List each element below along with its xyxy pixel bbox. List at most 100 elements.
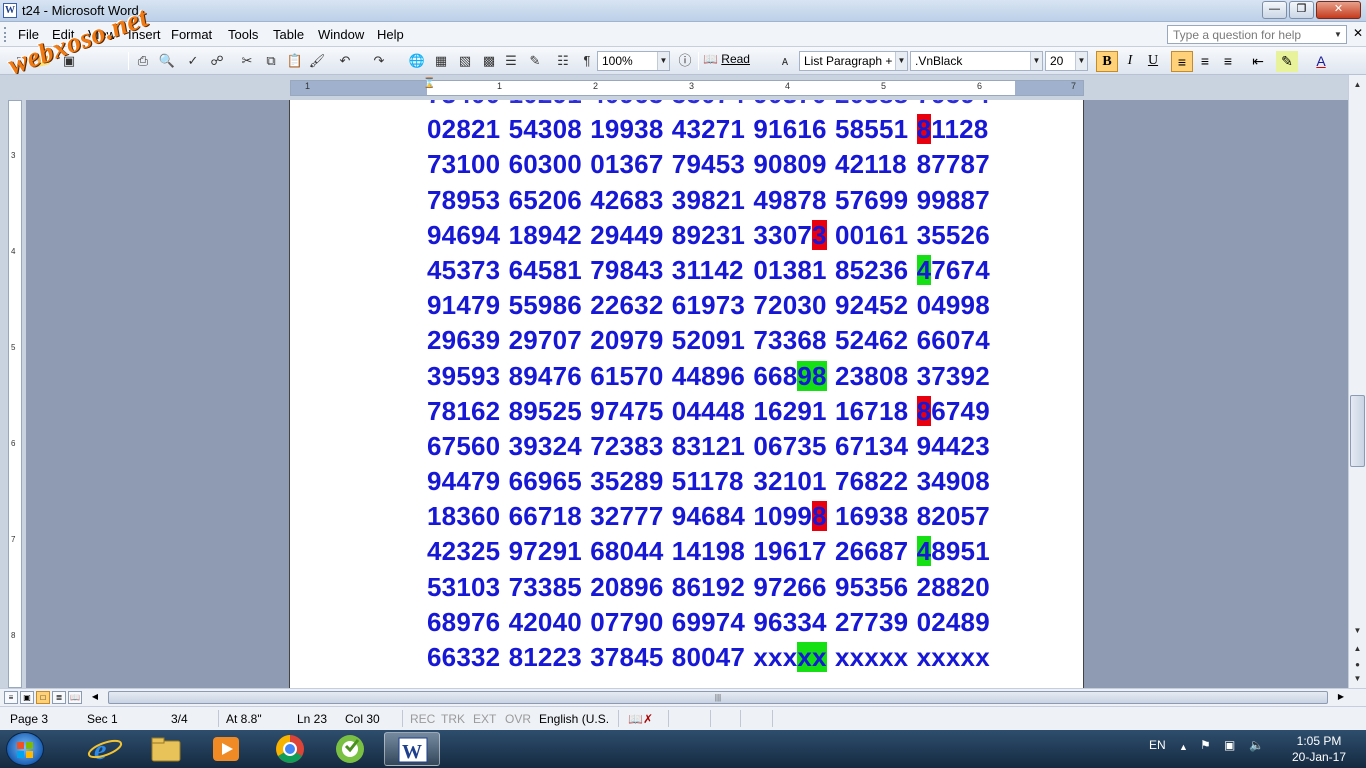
vertical-ruler[interactable]: 3 4 5 6 7 8 bbox=[8, 100, 22, 688]
next-page-icon[interactable]: ▼ bbox=[1350, 671, 1365, 686]
print-preview-icon[interactable]: 🔍 bbox=[158, 52, 176, 70]
internet-explorer-icon[interactable]: e bbox=[78, 732, 134, 766]
menu-window[interactable]: Window bbox=[318, 27, 364, 42]
scroll-down-icon[interactable]: ▼ bbox=[1350, 623, 1365, 638]
copy-icon[interactable]: ⧉ bbox=[262, 52, 280, 70]
chrome-icon[interactable] bbox=[262, 732, 318, 766]
styles-formatting-icon[interactable]: ᴀ bbox=[776, 52, 794, 70]
restore-button[interactable]: ❐ bbox=[1289, 1, 1314, 19]
scroll-up-icon[interactable]: ▲ bbox=[1350, 77, 1365, 92]
help-icon[interactable]: ⓘ bbox=[676, 52, 694, 70]
tables-borders-icon[interactable]: ▦ bbox=[432, 52, 450, 70]
columns-icon[interactable]: ☰ bbox=[502, 52, 520, 70]
chevron-down-icon[interactable]: ▼ bbox=[1075, 52, 1087, 70]
language-indicator[interactable]: EN bbox=[1149, 738, 1166, 752]
bold-button[interactable]: B bbox=[1096, 51, 1118, 72]
minimize-button[interactable]: — bbox=[1262, 1, 1287, 19]
redo-icon[interactable]: ↷ bbox=[370, 52, 388, 70]
cut-icon[interactable]: ✂ bbox=[238, 52, 256, 70]
file-explorer-icon[interactable] bbox=[138, 732, 194, 766]
highlight-button[interactable]: ✎ bbox=[1276, 51, 1298, 72]
status-trk[interactable]: TRK bbox=[441, 712, 465, 726]
document-map-icon[interactable]: ☷ bbox=[554, 52, 572, 70]
scroll-left-icon[interactable]: ◀ bbox=[88, 691, 102, 704]
network-icon[interactable]: ▣ bbox=[1224, 738, 1235, 752]
print-layout-icon[interactable]: □ bbox=[36, 691, 50, 704]
insert-excel-icon[interactable]: ▩ bbox=[480, 52, 498, 70]
chevron-down-icon[interactable]: ▼ bbox=[1030, 52, 1042, 70]
help-search-input[interactable]: Type a question for help bbox=[1167, 25, 1347, 44]
decrease-indent-button[interactable]: ⇤ bbox=[1247, 51, 1269, 72]
status-rec[interactable]: REC bbox=[410, 712, 435, 726]
drawing-icon[interactable]: ✎ bbox=[526, 52, 544, 70]
close-button[interactable]: ✕ bbox=[1316, 1, 1361, 19]
outline-view-icon[interactable]: ≣ bbox=[52, 691, 66, 704]
status-ext[interactable]: EXT bbox=[473, 712, 496, 726]
number-group: 57699 bbox=[834, 184, 909, 215]
status-at: At 8.8" bbox=[226, 712, 262, 726]
status-ovr[interactable]: OVR bbox=[505, 712, 531, 726]
italic-button[interactable]: I bbox=[1119, 51, 1141, 72]
align-center-button[interactable]: ≡ bbox=[1194, 51, 1216, 72]
show-hide-icon[interactable]: ¶ bbox=[578, 52, 596, 70]
zoom-select[interactable]: 100% ▼ bbox=[597, 51, 670, 71]
scroll-thumb[interactable] bbox=[1350, 395, 1365, 467]
scroll-right-icon[interactable]: ▶ bbox=[1334, 691, 1348, 704]
number-group: 79453 bbox=[671, 149, 746, 180]
style-select[interactable]: List Paragraph + ▼ bbox=[799, 51, 908, 71]
menu-format[interactable]: Format bbox=[171, 27, 212, 42]
underline-button[interactable]: U bbox=[1142, 51, 1164, 72]
menu-tools[interactable]: Tools bbox=[228, 27, 258, 42]
chevron-down-icon[interactable]: ▼ bbox=[657, 52, 669, 70]
close-document-icon[interactable]: ✕ bbox=[1353, 26, 1363, 40]
word-icon[interactable]: W bbox=[3, 3, 17, 18]
document-page[interactable]: 73400102914096555074903702038879594 0282… bbox=[289, 100, 1084, 688]
select-browse-object-icon[interactable]: ● bbox=[1350, 657, 1365, 672]
previous-page-icon[interactable]: ▲ bbox=[1350, 641, 1365, 656]
font-color-button[interactable]: A bbox=[1310, 51, 1332, 72]
number-group: 53103 bbox=[427, 571, 501, 602]
system-clock[interactable]: 1:05 PM 20-Jan-17 bbox=[1284, 733, 1354, 765]
paste-icon[interactable]: 📋 bbox=[286, 52, 304, 70]
status-language[interactable]: English (U.S. bbox=[539, 712, 609, 726]
number-group: 02489 bbox=[916, 606, 990, 637]
menu-table[interactable]: Table bbox=[273, 27, 304, 42]
help-dropdown-icon[interactable]: ▼ bbox=[1334, 30, 1342, 39]
print-icon[interactable]: ⎙ bbox=[134, 52, 152, 70]
format-painter-icon[interactable]: 🖌 bbox=[308, 52, 326, 70]
highlighted-digit: 8 bbox=[916, 114, 932, 145]
coccoc-icon[interactable] bbox=[322, 732, 378, 766]
menu-grip[interactable] bbox=[4, 27, 7, 42]
volume-icon[interactable]: 🔈 bbox=[1249, 738, 1264, 752]
spelling-status-icon[interactable]: 📖✗ bbox=[628, 712, 653, 726]
insert-table-icon[interactable]: ▧ bbox=[456, 52, 474, 70]
normal-view-icon[interactable]: ≡ bbox=[4, 691, 18, 704]
menu-help[interactable]: Help bbox=[377, 27, 404, 42]
align-right-button[interactable]: ≡ bbox=[1217, 51, 1239, 72]
font-select[interactable]: .VnBlack ▼ bbox=[910, 51, 1043, 71]
font-size-select[interactable]: 20 ▼ bbox=[1045, 51, 1088, 71]
hyperlink-icon[interactable]: 🌐 bbox=[408, 52, 426, 70]
vertical-scrollbar[interactable]: ▲ ▼ ▲ ● ▼ bbox=[1348, 75, 1366, 688]
read-button[interactable]: 📖 Read bbox=[703, 52, 750, 66]
title-bar: W t24 - Microsoft Word — ❐ ✕ bbox=[0, 0, 1366, 22]
undo-icon[interactable]: ↶ bbox=[336, 52, 354, 70]
number-group: 44896 bbox=[671, 360, 746, 391]
indent-marker-icon[interactable]: ⌛ bbox=[423, 78, 435, 89]
highlighted-digit: xx bbox=[797, 642, 827, 672]
horizontal-scrollbar[interactable]: ||| bbox=[108, 691, 1328, 704]
action-center-icon[interactable]: ⚑ bbox=[1200, 738, 1211, 752]
align-left-button[interactable]: ≡ bbox=[1171, 51, 1193, 72]
number-group: 55986 bbox=[508, 290, 582, 321]
web-layout-icon[interactable]: ▣ bbox=[20, 691, 34, 704]
spelling-icon[interactable]: ✓ bbox=[184, 52, 202, 70]
horizontal-ruler[interactable]: 1 1 2 3 4 5 6 7 ⌛ bbox=[290, 78, 1084, 96]
media-player-icon[interactable] bbox=[198, 732, 254, 766]
reading-layout-icon[interactable]: 📖 bbox=[68, 691, 82, 704]
number-group: 47674 bbox=[916, 254, 990, 285]
start-button[interactable] bbox=[6, 732, 44, 766]
chevron-down-icon[interactable]: ▼ bbox=[895, 52, 907, 70]
word-icon[interactable]: W bbox=[384, 732, 440, 766]
show-hidden-icons-icon[interactable]: ▲ bbox=[1179, 742, 1188, 752]
research-icon[interactable]: ☍ bbox=[208, 52, 226, 70]
